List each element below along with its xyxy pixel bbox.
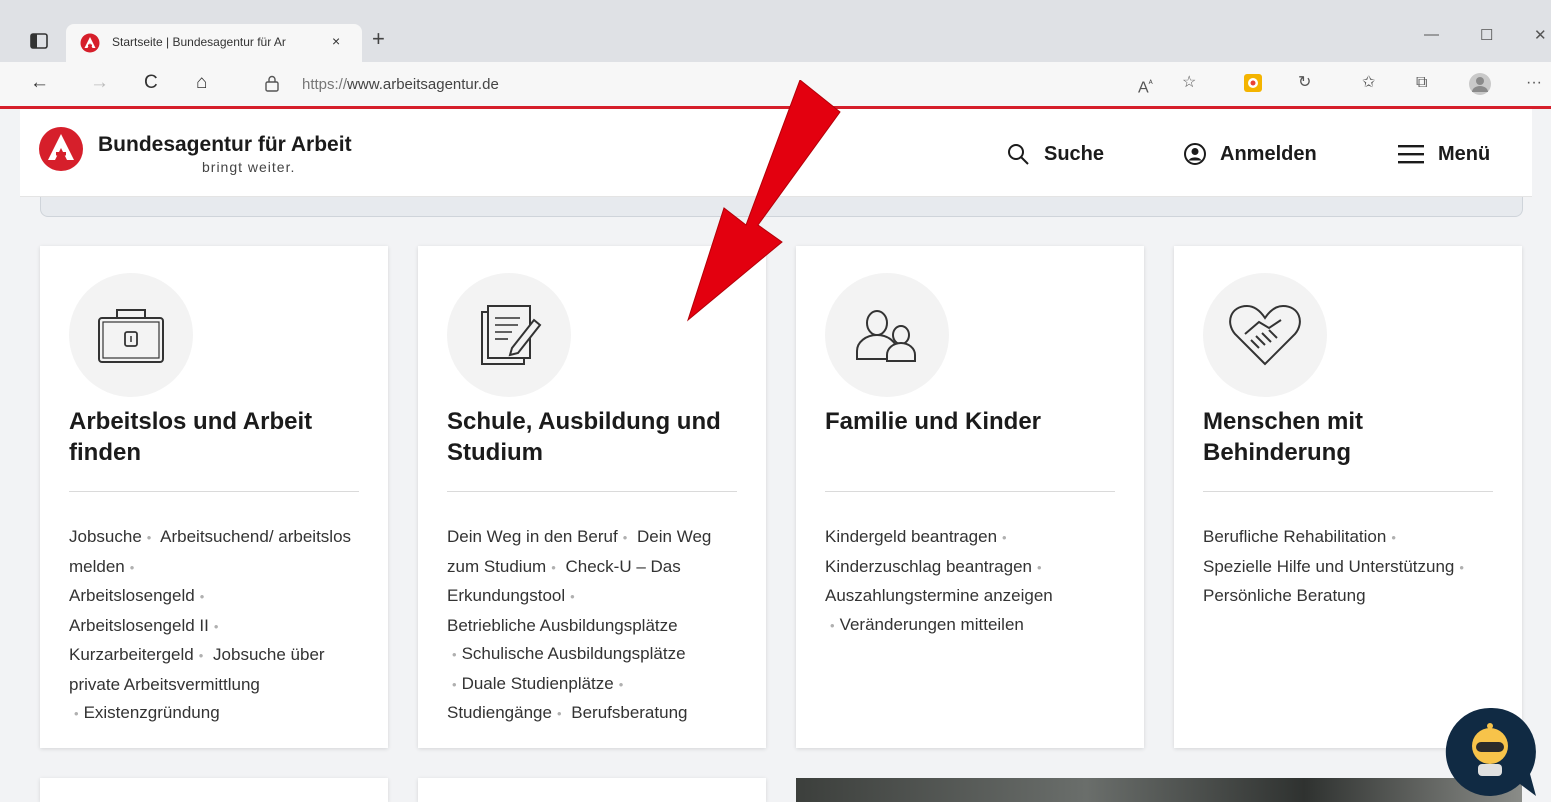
card-link-list: Dein Weg in den Beruf • Dein Weg zum Stud… bbox=[447, 527, 712, 722]
link-item[interactable]: Betriebliche Ausbildungsplätze bbox=[447, 616, 678, 635]
card-behinderung: Menschen mit Behinderung Berufliche Reha… bbox=[1174, 246, 1522, 748]
browser-tab-bar: Startseite | Bundesagentur für Ar × + — … bbox=[0, 0, 1551, 62]
favorites-icon[interactable]: ✩ bbox=[1362, 72, 1375, 94]
card-link-list: Kindergeld beantragen • Kinderzuschlag be… bbox=[825, 527, 1053, 634]
more-icon[interactable]: ··· bbox=[1526, 72, 1542, 94]
card-heading[interactable]: Menschen mit Behinderung bbox=[1203, 406, 1503, 468]
read-aloud-label: A bbox=[1138, 79, 1149, 97]
login-button[interactable]: Anmelden bbox=[1184, 139, 1317, 169]
forward-button[interactable]: → bbox=[90, 71, 109, 95]
link-item[interactable]: Arbeitslosengeld bbox=[69, 586, 195, 605]
url-text: https://www.arbeitsagentur.de bbox=[302, 76, 499, 93]
search-icon bbox=[1008, 144, 1029, 165]
annotation-arrow-icon bbox=[686, 80, 841, 322]
card-link-list: Jobsuche • Arbeitsuchend/ arbeitslos meld… bbox=[69, 527, 352, 722]
chatbot-robot-icon bbox=[1445, 707, 1536, 796]
user-icon bbox=[1184, 143, 1206, 165]
link-item[interactable]: Spezielle Hilfe und Unterstützung bbox=[1203, 557, 1454, 576]
card-heading[interactable]: Familie und Kinder bbox=[825, 406, 1125, 437]
card-divider bbox=[1203, 491, 1493, 492]
briefcase-icon bbox=[98, 309, 164, 363]
link-item[interactable]: Existenzgründung bbox=[84, 703, 220, 722]
card-divider bbox=[69, 491, 359, 492]
back-button[interactable]: ← bbox=[30, 71, 49, 95]
lock-icon[interactable] bbox=[262, 74, 282, 94]
image-teaser bbox=[796, 778, 1522, 802]
close-window-button[interactable]: ✕ bbox=[1534, 26, 1547, 44]
document-pen-icon bbox=[481, 305, 542, 365]
card-divider bbox=[447, 491, 737, 492]
tab-title: Startseite | Bundesagentur für Ar bbox=[112, 35, 286, 49]
brand-name[interactable]: Bundesagentur für Arbeit bbox=[98, 133, 352, 157]
link-item[interactable]: Kurzarbeitergeld bbox=[69, 645, 194, 664]
search-button[interactable]: Suche bbox=[1006, 139, 1104, 169]
card-partial bbox=[418, 778, 766, 802]
favorite-star-icon[interactable]: ☆ bbox=[1182, 72, 1196, 94]
card-heading[interactable]: Arbeitslos und Arbeit finden bbox=[69, 406, 369, 468]
new-tab-button[interactable]: + bbox=[372, 28, 385, 50]
link-item[interactable]: Berufliche Rehabilitation bbox=[1203, 527, 1386, 546]
link-item[interactable]: Kinderzuschlag beantragen bbox=[825, 557, 1032, 576]
ba-logo-icon[interactable] bbox=[38, 126, 84, 172]
tab-close-icon[interactable]: × bbox=[332, 33, 340, 49]
collections-icon[interactable]: ⧉ bbox=[1416, 72, 1427, 94]
heart-handshake-icon bbox=[1229, 304, 1301, 366]
card-link-list: Berufliche Rehabilitation • Spezielle Hil… bbox=[1203, 527, 1464, 605]
address-bar[interactable]: https://www.arbeitsagentur.de bbox=[240, 69, 1540, 99]
refresh-alt-icon[interactable]: ↻ bbox=[1298, 72, 1311, 94]
menu-label: Menü bbox=[1438, 142, 1491, 165]
minimize-button[interactable]: — bbox=[1424, 26, 1439, 43]
ba-favicon-icon bbox=[80, 33, 100, 53]
card-divider bbox=[825, 491, 1115, 492]
card-icon-circle bbox=[447, 273, 571, 397]
link-item[interactable]: Dein Weg in den Beruf bbox=[447, 527, 618, 546]
extension-icon[interactable] bbox=[1242, 72, 1264, 101]
tab-actions-icon[interactable] bbox=[28, 30, 50, 52]
link-item[interactable]: Kindergeld beantragen bbox=[825, 527, 997, 546]
link-item[interactable]: Jobsuche bbox=[69, 527, 142, 546]
link-item[interactable]: Schulische Ausbildungsplätze bbox=[462, 644, 686, 663]
home-button[interactable]: ⌂ bbox=[196, 71, 207, 95]
card-heading[interactable]: Schule, Ausbildung und Studium bbox=[447, 406, 747, 468]
login-label: Anmelden bbox=[1220, 142, 1317, 165]
url-scheme: https:// bbox=[302, 76, 348, 93]
link-item[interactable]: Auszahlungstermine anzeigen bbox=[825, 586, 1053, 605]
brand-slogan: bringt weiter. bbox=[202, 159, 296, 175]
menu-button[interactable]: Menü bbox=[1398, 139, 1490, 169]
card-arbeitslos: Arbeitslos und Arbeit finden Jobsuche • A… bbox=[40, 246, 388, 748]
card-partial bbox=[40, 778, 388, 802]
link-item[interactable]: Persönliche Beratung bbox=[1203, 586, 1366, 605]
link-item[interactable]: Veränderungen mitteilen bbox=[840, 615, 1024, 634]
profile-icon[interactable] bbox=[1468, 72, 1492, 103]
link-item[interactable]: Arbeitslosengeld II bbox=[69, 616, 209, 635]
reload-button[interactable]: C bbox=[144, 71, 158, 95]
card-icon-circle bbox=[1203, 273, 1327, 397]
chatbot-button[interactable] bbox=[1442, 704, 1538, 800]
url-host: www.arbeitsagentur.de bbox=[347, 76, 499, 93]
read-aloud-icon[interactable]: Aᴬ bbox=[1138, 72, 1153, 99]
hamburger-icon bbox=[1398, 145, 1424, 164]
link-item[interactable]: Berufsberatung bbox=[571, 703, 687, 722]
browser-tab[interactable]: Startseite | Bundesagentur für Ar × bbox=[66, 24, 362, 62]
maximize-button[interactable]: ☐ bbox=[1480, 26, 1493, 44]
link-item[interactable]: Duale Studienplätze bbox=[462, 674, 614, 693]
link-item[interactable]: Studiengänge bbox=[447, 703, 552, 722]
search-label: Suche bbox=[1044, 142, 1105, 165]
card-icon-circle bbox=[69, 273, 193, 397]
